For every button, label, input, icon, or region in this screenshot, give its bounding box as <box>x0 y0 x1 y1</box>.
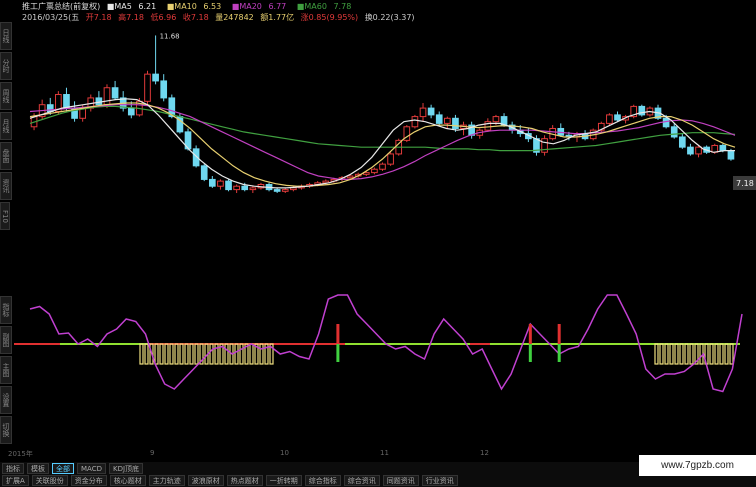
signal-bar <box>189 343 194 365</box>
date-tick: 9 <box>150 449 155 457</box>
bottom-tab-bottom_tabs_row2-4[interactable]: 主力轨迹 <box>148 475 185 486</box>
bottom-tab-bottom_tabs_row1-4[interactable]: KDJ顶底 <box>108 463 144 474</box>
indicator-tabs: 指标 模板 全部 MACD KDJ顶底 <box>0 463 144 474</box>
signal-bar <box>174 343 179 365</box>
bottom-tab-bottom_tabs_row1-0[interactable]: 指标 <box>2 463 24 474</box>
date-tick: 2015年 <box>8 450 33 458</box>
bottom-tab-bottom_tabs_row2-6[interactable]: 热点题材 <box>226 475 263 486</box>
signal-bar <box>169 343 174 365</box>
date-tick: 11 <box>380 449 389 457</box>
signal-bar <box>659 343 664 365</box>
bottom-tab-bottom_tabs_row2-2[interactable]: 资金分布 <box>70 475 107 486</box>
signal-bar <box>179 343 184 365</box>
bottom-tab-bottom_tabs_row2-1[interactable]: 关联股份 <box>31 475 68 486</box>
signal-bar <box>669 343 674 365</box>
signal-bar <box>234 343 239 365</box>
signal-bar <box>689 343 694 365</box>
bottom-tab-bottom_tabs_row2-5[interactable]: 波浪原材 <box>187 475 224 486</box>
signal-bar <box>679 343 684 365</box>
signal-bar <box>724 343 729 365</box>
bottom-tab-bottom_tabs_row2-11[interactable]: 行业资讯 <box>421 475 458 486</box>
bottom-tab-bottom_tabs_row2-9[interactable]: 综合资讯 <box>343 475 380 486</box>
signal-bar <box>139 343 144 365</box>
oscillator-chart[interactable] <box>0 0 756 460</box>
signal-bar <box>714 343 719 365</box>
info-tabs: 扩展A 关联股份 资金分布 核心题材 主力轨迹 波浪原材 热点题材 一折转期 综合指标 综合资讯同… <box>0 475 458 486</box>
bottom-tab-bottom_tabs_row2-3[interactable]: 核心题材 <box>109 475 146 486</box>
signal-bar <box>144 343 149 365</box>
bottom-tab-bottom_tabs_row2-0[interactable]: 扩展A <box>2 475 29 486</box>
signal-bar <box>674 343 679 365</box>
date-tick: 12 <box>480 449 489 457</box>
signal-bar <box>259 343 264 365</box>
signal-bar <box>164 343 169 365</box>
signal-bar <box>729 343 734 365</box>
signal-bar <box>224 343 229 365</box>
signal-bar <box>209 343 214 365</box>
signal-bar <box>159 343 164 365</box>
signal-bar <box>239 343 244 365</box>
signal-bar <box>154 343 159 365</box>
bottom-tab-bottom_tabs_row2-8[interactable]: 综合指标 <box>304 475 341 486</box>
date-tick: 10 <box>280 449 289 457</box>
signal-bar <box>684 343 689 365</box>
signal-bar <box>709 343 714 365</box>
signal-bar <box>184 343 189 365</box>
signal-marker <box>557 324 561 362</box>
signal-bar <box>194 343 199 365</box>
signal-bar <box>654 343 659 365</box>
bottom-tab-bottom_tabs_row1-2[interactable]: 全部 <box>52 463 74 474</box>
bottom-tab-bottom_tabs_row2-7[interactable]: 一折转期 <box>265 475 302 486</box>
signal-marker <box>528 324 532 362</box>
signal-bar <box>249 343 254 365</box>
watermark: www.7gpzb.com <box>639 455 756 476</box>
bottom-tab-bottom_tabs_row1-3[interactable]: MACD <box>77 463 106 474</box>
signal-bar <box>719 343 724 365</box>
bottom-tab-bottom_tabs_row2-10[interactable]: 同题资讯 <box>382 475 419 486</box>
bottom-tab-bottom_tabs_row1-1[interactable]: 模板 <box>27 463 49 474</box>
signal-marker <box>336 324 340 362</box>
signal-bar <box>664 343 669 365</box>
